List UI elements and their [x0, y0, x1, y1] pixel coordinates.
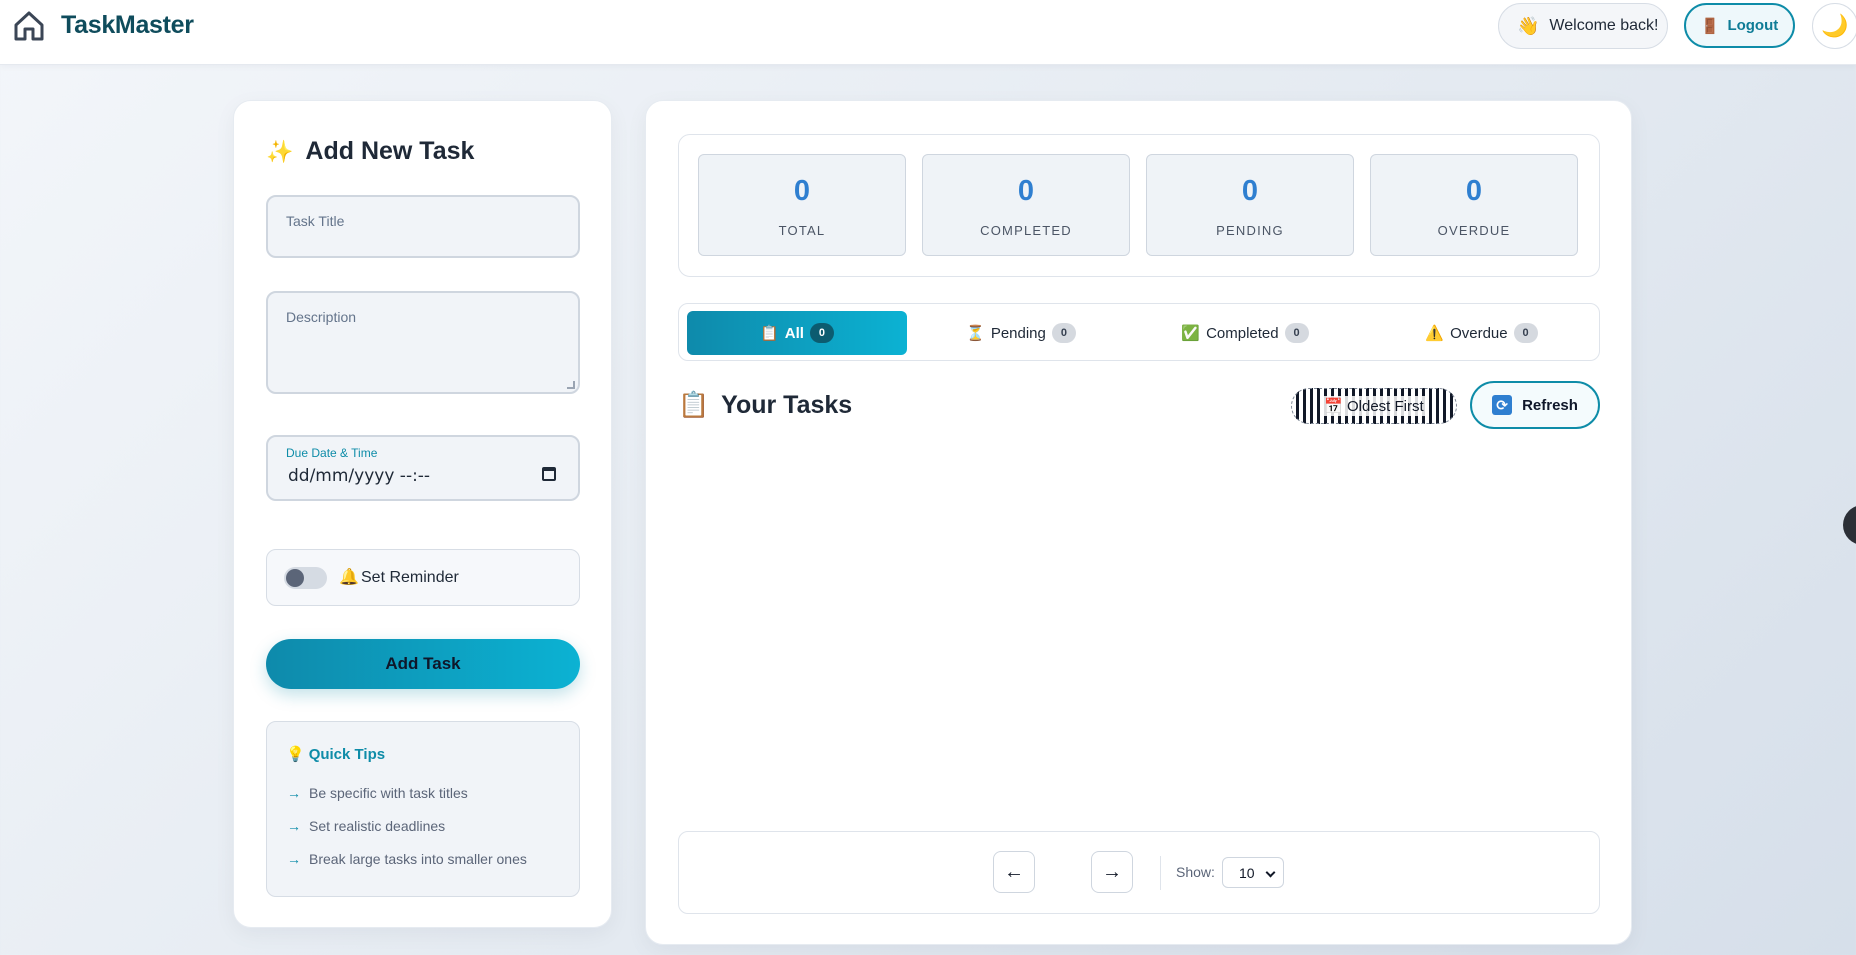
stat-value: 0: [793, 175, 811, 207]
page-size-label: Show:: [1176, 864, 1215, 880]
quick-tips-title: Quick Tips: [308, 745, 386, 763]
bell-icon: 🔔: [339, 569, 359, 586]
stat-overdue: 0 OVERDUE: [1370, 154, 1578, 256]
pagination-bar: ← → Show: 10: [678, 831, 1600, 914]
tab-label: Pending: [990, 324, 1046, 342]
stat-label: OVERDUE: [1437, 223, 1511, 238]
count-badge: 0: [1051, 323, 1076, 343]
brand-title[interactable]: TaskMaster: [61, 11, 194, 40]
stat-value: 0: [1465, 175, 1483, 207]
tip-item: → Set realistic deadlines: [287, 818, 446, 834]
stat-completed: 0 COMPLETED: [922, 154, 1130, 256]
top-navbar: TaskMaster 👋 Welcome back! 🚪 Logout 🌙: [0, 0, 1856, 65]
tab-completed[interactable]: ✅ Completed 0: [1135, 311, 1355, 355]
stat-pending: 0 PENDING: [1146, 154, 1354, 256]
next-page-button[interactable]: →: [1091, 851, 1133, 893]
waving-hand-icon: 👋: [1517, 15, 1540, 36]
tab-overdue[interactable]: ⚠️ Overdue 0: [1369, 311, 1594, 355]
filter-tabs: 📋 All 0 ⏳ Pending 0 ✅ Completed 0 ⚠️ Ove…: [678, 303, 1600, 361]
home-icon[interactable]: [12, 9, 46, 43]
task-title-placeholder: Task Title: [286, 213, 345, 229]
resize-handle-icon[interactable]: [567, 381, 575, 389]
quick-tips-panel: 💡 Quick Tips → Be specific with task tit…: [266, 721, 580, 897]
reminder-toggle[interactable]: [284, 567, 327, 589]
due-date-label: Due Date & Time: [286, 446, 378, 460]
page-size-select[interactable]: 10: [1222, 857, 1284, 888]
stat-label: PENDING: [1216, 223, 1284, 238]
divider: [1160, 856, 1161, 890]
calendar-icon: 📅: [1324, 398, 1343, 415]
arrow-right-icon: →: [287, 785, 301, 801]
stat-label: COMPLETED: [980, 223, 1072, 238]
side-panel-handle[interactable]: [1843, 505, 1856, 545]
add-task-heading: ✨ Add New Task: [266, 137, 474, 166]
description-placeholder: Description: [286, 309, 357, 325]
chevron-down-icon: [1265, 867, 1276, 878]
stat-value: 0: [1241, 175, 1259, 207]
arrow-right-icon: →: [287, 818, 301, 834]
quick-tips-heading: 💡 Quick Tips: [286, 745, 386, 764]
add-task-title: Add New Task: [305, 137, 475, 165]
refresh-button[interactable]: ⟳ Refresh: [1470, 381, 1600, 429]
prev-page-button[interactable]: ←: [993, 851, 1035, 893]
task-title-input[interactable]: Task Title: [266, 195, 580, 258]
theme-toggle-button[interactable]: 🌙: [1812, 3, 1856, 49]
due-datetime-input[interactable]: Due Date & Time dd/mm/yyyy --:--: [266, 435, 580, 501]
stats-panel: 0 TOTAL 0 COMPLETED 0 PENDING 0 OVERDUE: [678, 134, 1600, 277]
page-size-value: 10: [1239, 864, 1255, 881]
count-badge: 0: [1513, 323, 1538, 343]
check-mark-icon: ✅: [1181, 325, 1201, 342]
description-textarea[interactable]: Description: [266, 291, 580, 394]
tip-item: → Be specific with task titles: [287, 785, 468, 801]
clipboard-icon: 📋: [678, 391, 710, 419]
clipboard-icon: 📋: [760, 325, 779, 342]
logout-label: Logout: [1727, 17, 1779, 34]
logout-button[interactable]: 🚪 Logout: [1684, 3, 1795, 48]
tab-label: All: [784, 324, 804, 342]
hourglass-icon: ⏳: [966, 325, 985, 342]
add-task-button[interactable]: Add Task: [266, 639, 580, 689]
count-badge: 0: [1284, 323, 1309, 343]
tab-pending[interactable]: ⏳ Pending 0: [911, 311, 1131, 355]
due-date-value: dd/mm/yyyy --:--: [288, 466, 431, 486]
tip-item: → Break large tasks into smaller ones: [287, 851, 527, 867]
moon-icon: 🌙: [1821, 13, 1849, 38]
door-icon: 🚪: [1700, 17, 1720, 35]
welcome-badge: 👋 Welcome back!: [1498, 3, 1668, 49]
tasks-card: 0 TOTAL 0 COMPLETED 0 PENDING 0 OVERDUE …: [645, 100, 1632, 945]
tab-all[interactable]: 📋 All 0: [687, 311, 907, 355]
calendar-icon[interactable]: [542, 467, 556, 481]
your-tasks-heading: 📋 Your Tasks: [678, 391, 852, 420]
reminder-label: Set Reminder: [361, 569, 459, 586]
stat-value: 0: [1017, 175, 1035, 207]
warning-icon: ⚠️: [1425, 325, 1445, 342]
sort-label: Oldest First: [1347, 397, 1424, 415]
sparkles-icon: ✨: [266, 138, 294, 164]
stat-label: TOTAL: [778, 223, 826, 238]
refresh-icon: ⟳: [1492, 395, 1513, 415]
reminder-row: 🔔 Set Reminder: [266, 549, 580, 606]
refresh-label: Refresh: [1522, 396, 1578, 414]
welcome-text: Welcome back!: [1549, 17, 1659, 34]
stat-total: 0 TOTAL: [698, 154, 906, 256]
lightbulb-icon: 💡: [286, 746, 305, 763]
arrow-right-icon: →: [287, 851, 301, 867]
tab-label: Overdue: [1450, 324, 1508, 342]
add-task-card: ✨ Add New Task Task Title Description Du…: [233, 100, 612, 928]
count-badge: 0: [809, 323, 834, 343]
tab-label: Completed: [1206, 324, 1279, 342]
toggle-knob: [286, 569, 304, 587]
sort-select[interactable]: 📅 Oldest First: [1291, 388, 1457, 424]
your-tasks-title: Your Tasks: [721, 391, 853, 419]
